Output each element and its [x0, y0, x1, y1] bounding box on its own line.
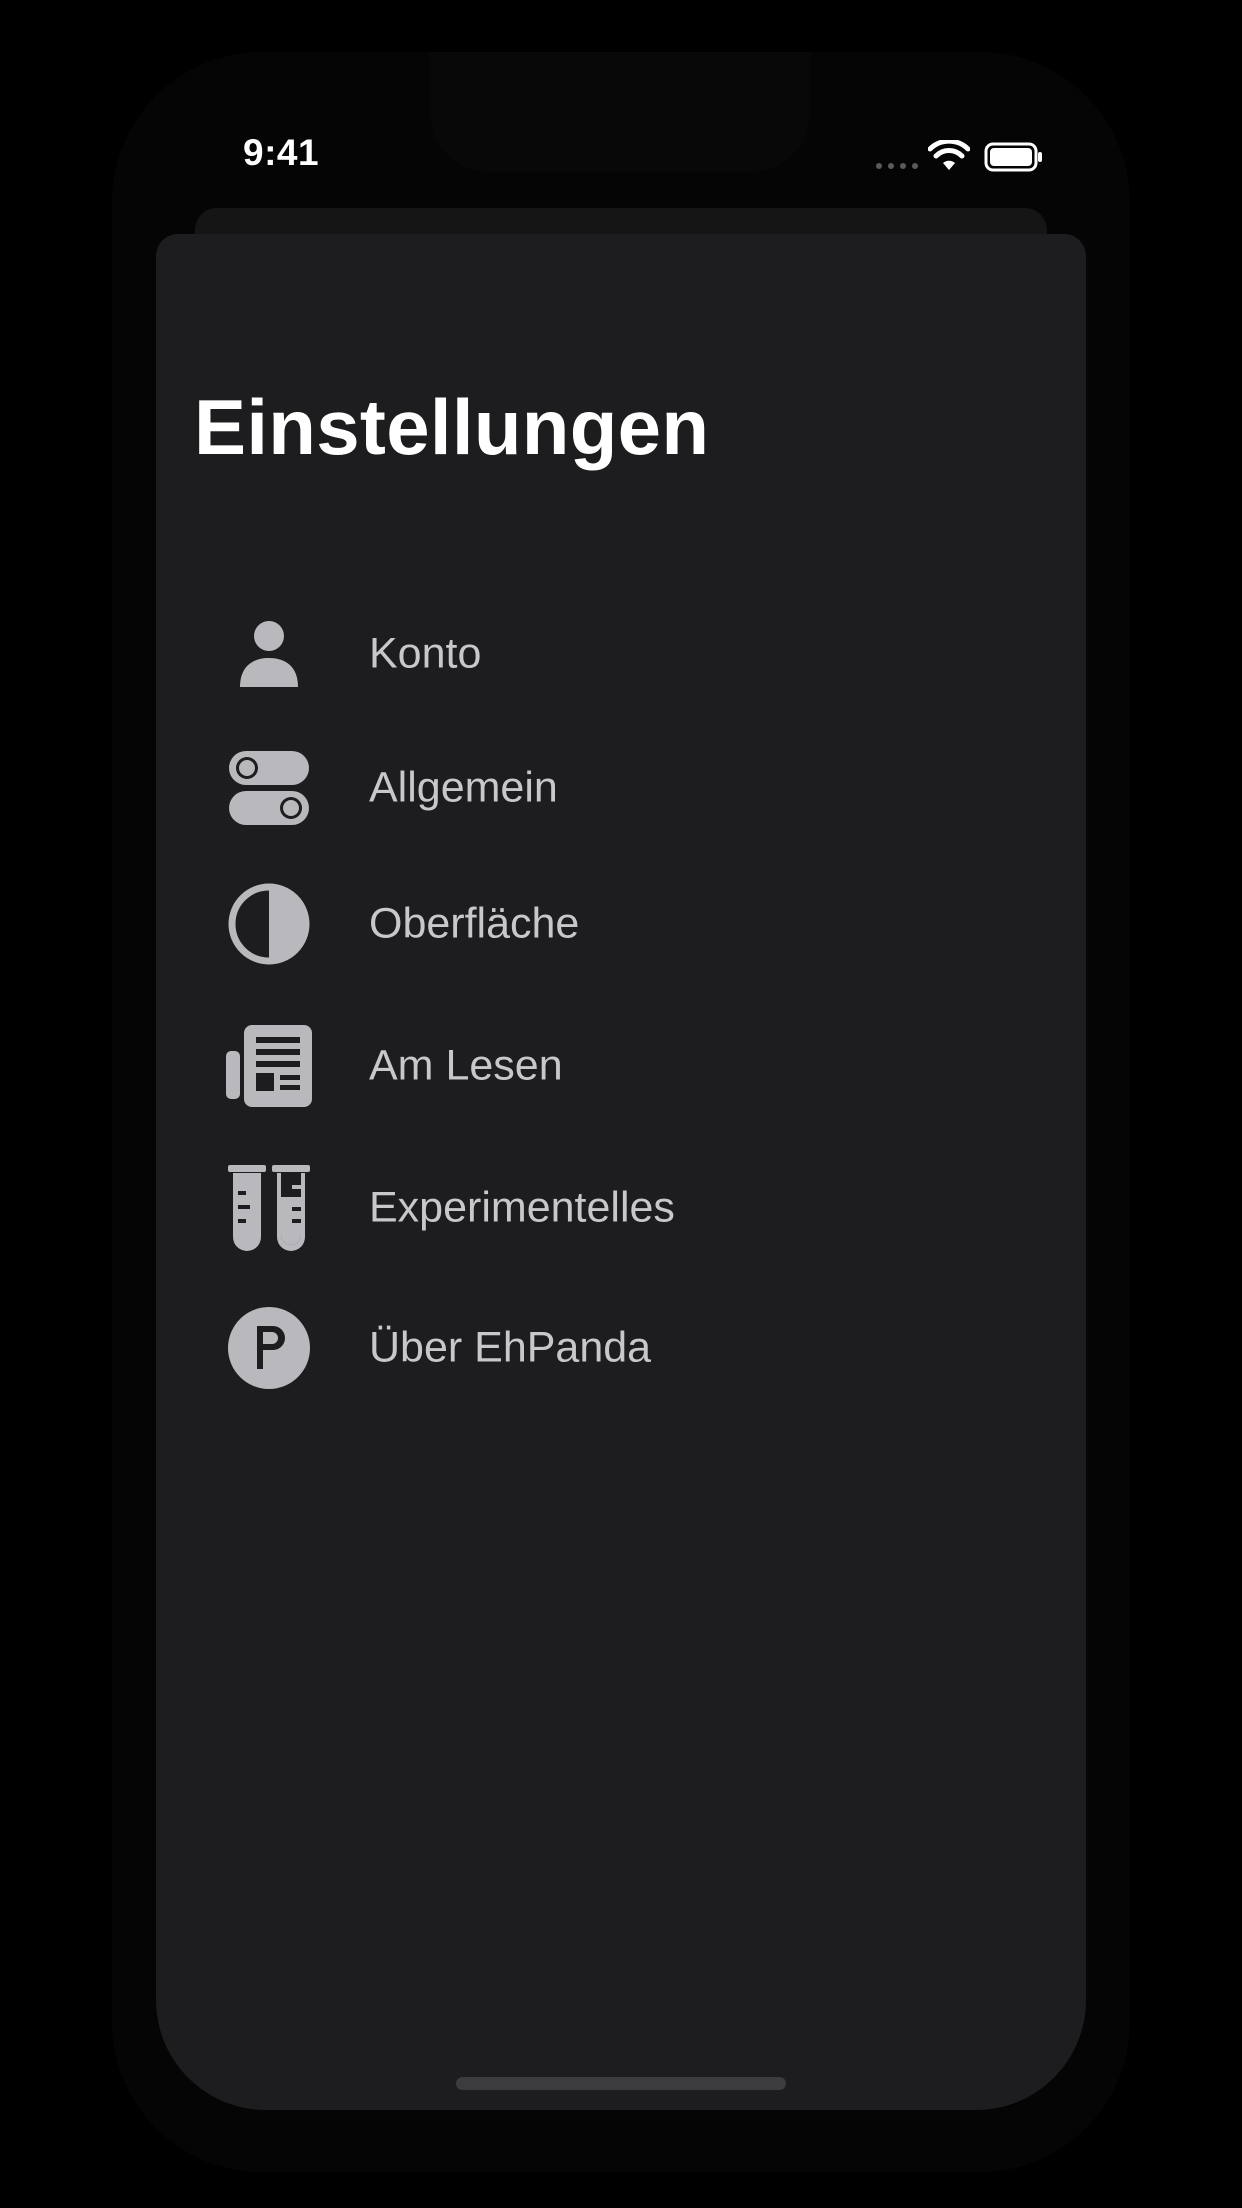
settings-item-konto[interactable]: Konto	[156, 594, 1086, 714]
wifi-icon	[928, 140, 970, 170]
settings-item-label: Am Lesen	[369, 1041, 563, 1090]
settings-sheet: Einstellungen Konto Allgemein Oberfläche…	[156, 234, 1086, 2110]
settings-item-oberflaeche[interactable]: Oberfläche	[156, 864, 1086, 984]
settings-item-ueber-ehpanda[interactable]: Über EhPanda	[156, 1288, 1086, 1408]
battery-icon	[984, 142, 1042, 172]
settings-item-allgemein[interactable]: Allgemein	[156, 728, 1086, 848]
settings-item-experimentelles[interactable]: Experimentelles	[156, 1148, 1086, 1268]
settings-item-am-lesen[interactable]: Am Lesen	[156, 1006, 1086, 1126]
p-circle-icon	[224, 1303, 314, 1393]
settings-item-label: Über EhPanda	[369, 1323, 652, 1372]
status-bar: 9:41	[0, 0, 1242, 200]
circle-half-icon	[224, 879, 314, 969]
home-indicator[interactable]	[456, 2077, 786, 2090]
newspaper-icon	[224, 1021, 314, 1111]
person-icon	[224, 609, 314, 699]
cellular-signal-icon	[876, 163, 918, 169]
settings-item-label: Konto	[369, 629, 482, 678]
page-title: Einstellungen	[194, 383, 710, 471]
status-time: 9:41	[243, 132, 320, 173]
switches-icon	[224, 743, 314, 833]
settings-item-label: Experimentelles	[369, 1183, 675, 1232]
test-tubes-icon	[224, 1163, 314, 1253]
settings-item-label: Allgemein	[369, 763, 558, 812]
settings-item-label: Oberfläche	[369, 899, 580, 948]
